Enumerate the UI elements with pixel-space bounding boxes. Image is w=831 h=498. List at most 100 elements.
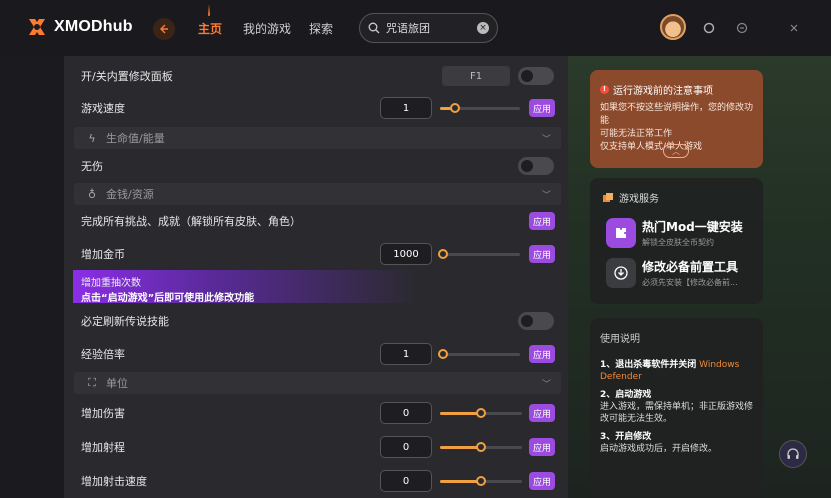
section-label: 金钱/资源: [106, 188, 154, 201]
launch-notice: 点击“启动游戏”后即可使用此修改功能: [81, 293, 255, 304]
unit-icon: ⛶: [88, 376, 96, 389]
exp-rate-slider[interactable]: [438, 347, 520, 361]
add-damage-slider[interactable]: [440, 406, 522, 420]
help-step-3: 3、开启修改 启动游戏成功后，开启修改。: [600, 431, 753, 455]
add-range-slider[interactable]: [440, 440, 522, 454]
mod-label: 增加伤害: [81, 407, 125, 420]
services-title-text: 游戏服务: [619, 194, 659, 205]
game-speed-slider[interactable]: [440, 101, 520, 115]
help-step-1: 1、退出杀毒软件并关闭 Windows Defender: [600, 359, 753, 383]
mod-row-add-damage: 增加伤害 0 应用: [64, 397, 568, 429]
warning-title: ! 运行游戏前的注意事项: [600, 82, 753, 97]
coin-bag-icon: ♁: [87, 187, 97, 201]
apply-button[interactable]: 应用: [529, 345, 555, 363]
section-label: 生命值/能量: [106, 132, 165, 145]
logo-text: XMODhub: [54, 18, 133, 35]
mod-row-add-fire-rate: 增加射击速度 0 应用: [64, 465, 568, 497]
mod-row-panel-toggle: 开/关内置修改面板 F1: [64, 60, 568, 92]
help-step-body: 启动游戏成功后，开启修改。: [600, 444, 718, 454]
help-title: 使用说明: [600, 334, 640, 345]
service-name: 热门Mod一键安装: [642, 220, 743, 234]
warning-title-text: 运行游戏前的注意事项: [613, 86, 713, 97]
minimize-icon[interactable]: [734, 20, 750, 36]
mod-row-game-speed: 游戏速度 1 应用: [64, 92, 568, 124]
support-button[interactable]: [779, 440, 807, 468]
mod-label: 增加射击速度: [81, 475, 147, 488]
apply-button[interactable]: 应用: [529, 472, 555, 490]
mod-row-add-draws: 增加重抽次数 点击“启动游戏”后即可使用此修改功能: [73, 270, 417, 304]
exp-rate-input[interactable]: 1: [380, 343, 432, 365]
mod-row-exp-rate: 经验倍率 1 应用: [64, 338, 568, 370]
service-prereq-tool[interactable]: 修改必备前置工具 必须先安装【修改必备前...: [606, 258, 738, 288]
hotkey-button[interactable]: F1: [442, 66, 510, 86]
section-money[interactable]: ♁ 金钱/资源 ﹀: [74, 183, 561, 205]
avatar[interactable]: [660, 14, 686, 40]
apply-button[interactable]: 应用: [529, 245, 555, 263]
search-icon: [368, 22, 380, 34]
clear-search-icon[interactable]: ×: [477, 22, 489, 34]
download-icon: [606, 258, 636, 288]
help-step-title: 3、开启修改: [600, 432, 652, 442]
add-damage-input[interactable]: 0: [380, 402, 432, 424]
section-health[interactable]: ϟ 生命值/能量 ﹀: [74, 127, 561, 149]
apply-button[interactable]: 应用: [529, 438, 555, 456]
legend-refresh-toggle[interactable]: [518, 312, 554, 330]
section-unit[interactable]: ⛶ 单位 ﹀: [74, 372, 561, 394]
nav-explore[interactable]: 探索: [309, 20, 333, 37]
collapse-button[interactable]: ︿: [663, 144, 689, 158]
nav-home[interactable]: 主页: [198, 20, 222, 37]
search-input[interactable]: [386, 21, 466, 35]
mod-label: 增加金币: [81, 248, 125, 261]
logo[interactable]: XMODhub: [26, 16, 133, 38]
game-speed-input[interactable]: 1: [380, 97, 432, 119]
mod-label: 增加重抽次数: [81, 278, 141, 289]
chevron-down-icon: ﹀: [541, 379, 551, 390]
mod-label: 开/关内置修改面板: [81, 70, 173, 83]
invincible-toggle[interactable]: [518, 157, 554, 175]
apply-button[interactable]: 应用: [529, 99, 555, 117]
warning-line: 可能无法正常工作: [600, 129, 673, 139]
add-fire-rate-input[interactable]: 0: [380, 470, 432, 492]
add-range-input[interactable]: 0: [380, 436, 432, 458]
nav-my-games[interactable]: 我的游戏: [243, 20, 291, 37]
apply-button[interactable]: 应用: [529, 212, 555, 230]
service-mod-install[interactable]: 热门Mod一键安装 解锁全皮肤全币契约: [606, 218, 743, 248]
add-fire-rate-slider[interactable]: [440, 474, 522, 488]
arrow-left-icon: [160, 24, 168, 34]
cube-icon: [603, 192, 613, 202]
warning-line: 如果您不按这些说明操作，您的修改功能: [600, 103, 754, 126]
mod-label: 完成所有挑战、成就（解锁所有皮肤、角色）: [81, 215, 301, 228]
add-gold-slider[interactable]: [438, 247, 520, 261]
close-icon[interactable]: [786, 20, 802, 36]
xmod-logo-icon: [29, 19, 45, 35]
mod-row-legend-refresh: 必定刷新传说技能: [64, 305, 568, 337]
search-box[interactable]: ×: [359, 13, 498, 43]
mod-label: 游戏速度: [81, 102, 125, 115]
back-button[interactable]: [153, 18, 175, 40]
add-gold-input[interactable]: 1000: [380, 243, 432, 265]
warning-icon: !: [600, 85, 609, 94]
mod-label: 无伤: [81, 160, 103, 173]
service-sub: 解锁全皮肤全币契约: [642, 238, 714, 247]
service-name: 修改必备前置工具: [642, 260, 739, 274]
help-step-2: 2、启动游戏 进入游戏，需保持单机；非正版游戏修改可能无法生效。: [600, 389, 753, 425]
mod-label: 经验倍率: [81, 348, 125, 361]
mod-row-unlock-all: 完成所有挑战、成就（解锁所有皮肤、角色） 应用: [64, 205, 568, 237]
services-title: 游戏服务: [602, 190, 751, 205]
mod-label: 增加射程: [81, 441, 125, 454]
mod-panel: 开/关内置修改面板 F1 游戏速度 1 应用 ϟ 生命值/能量 ﹀ 无伤 ♁ 金…: [64, 56, 568, 498]
notification-icon[interactable]: [701, 20, 717, 36]
mod-row-invincible: 无伤: [64, 150, 568, 182]
puzzle-icon: [606, 218, 636, 248]
help-step-title: 2、启动游戏: [600, 390, 652, 400]
mod-row-add-gold: 增加金币 1000 应用: [64, 238, 568, 270]
apply-button[interactable]: 应用: [529, 404, 555, 422]
service-sub: 必须先安装【修改必备前...: [642, 278, 738, 287]
top-bar: XMODhub 主页 我的游戏 探索 ×: [0, 0, 831, 56]
mod-row-add-range: 增加射程 0 应用: [64, 431, 568, 463]
help-card: 使用说明 1、退出杀毒软件并关闭 Windows Defender 2、启动游戏…: [590, 318, 763, 498]
lightning-icon: ϟ: [88, 131, 96, 145]
panel-toggle[interactable]: [518, 67, 554, 85]
warning-card: ! 运行游戏前的注意事项 如果您不按这些说明操作，您的修改功能 可能无法正常工作…: [590, 70, 763, 168]
chevron-down-icon: ﹀: [541, 190, 551, 201]
